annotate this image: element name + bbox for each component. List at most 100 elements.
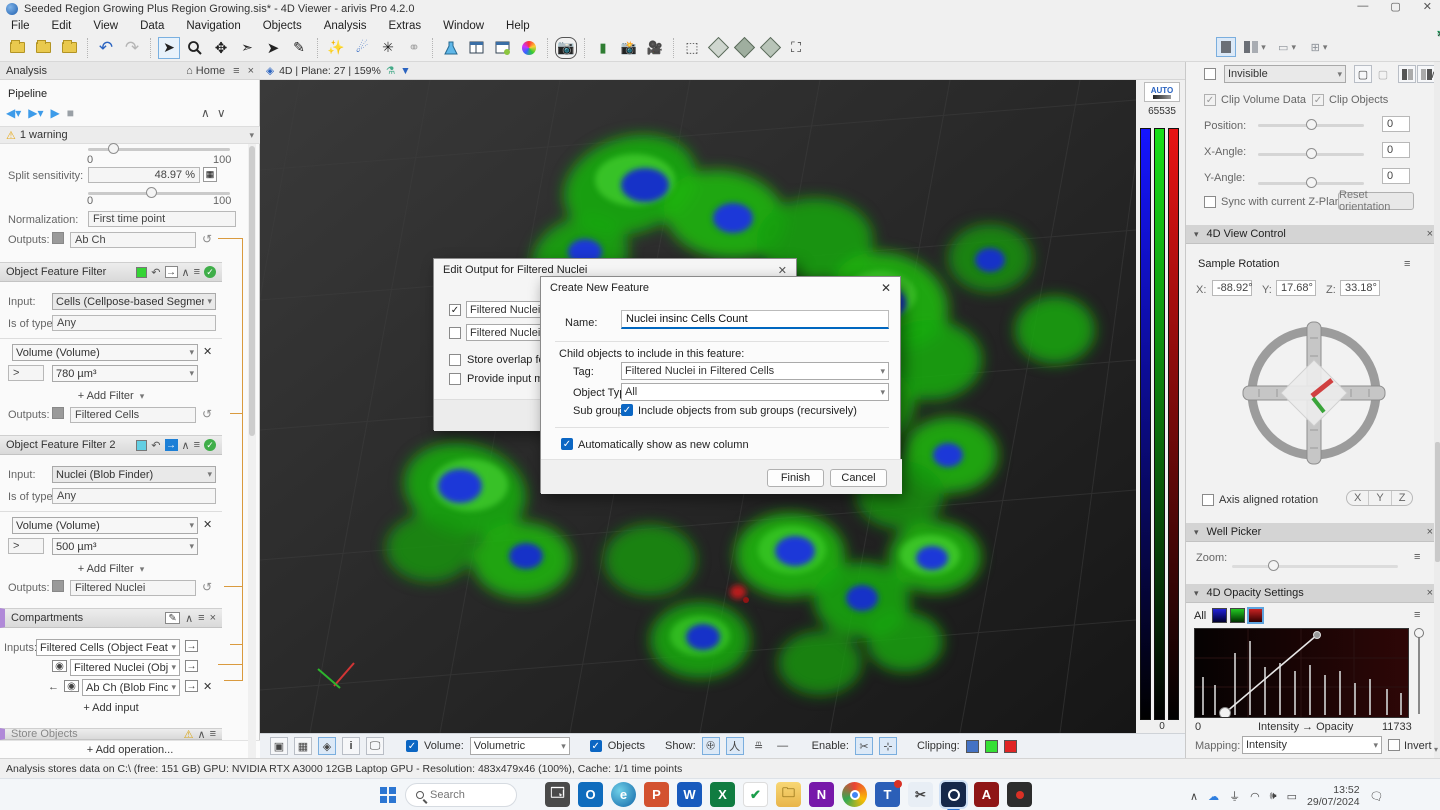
compartments-input2-mode-icon[interactable]: ◉ xyxy=(52,660,67,672)
panel-menu-icon[interactable]: ≡ xyxy=(233,65,239,77)
table-edit-button[interactable] xyxy=(492,37,514,59)
normalization-field[interactable]: First time point xyxy=(88,211,236,227)
axis-x-button[interactable]: X xyxy=(1347,491,1369,505)
filter2-export-icon[interactable]: → xyxy=(165,439,178,451)
clipping-blue-swatch[interactable] xyxy=(966,740,979,753)
show-scalebar-button[interactable]: ≞ xyxy=(750,737,768,755)
menu-edit[interactable]: Edit xyxy=(41,20,83,32)
pointer-tool-button[interactable]: ➤ xyxy=(158,37,180,59)
opacity-all-label[interactable]: All xyxy=(1194,610,1206,622)
filter1-output-reset-icon[interactable]: ↺ xyxy=(202,407,212,421)
close-button[interactable]: ✕ xyxy=(1423,0,1432,13)
store-objects-header[interactable]: Store Objects ⚠ ∧≡ xyxy=(0,728,222,740)
sync-zplane-checkbox[interactable] xyxy=(1204,196,1216,208)
antivirus-icon[interactable]: ✔ xyxy=(743,782,768,807)
compartments-header[interactable]: Compartments ✎ ∧ ≡ × xyxy=(0,608,222,628)
add-input-button[interactable]: + Add input xyxy=(0,702,222,714)
run-backward-button[interactable]: ◀▾ xyxy=(6,106,21,120)
x-angle-value[interactable]: 0 xyxy=(1382,142,1410,158)
position-value[interactable]: 0 xyxy=(1382,116,1410,132)
powerpoint-icon[interactable]: P xyxy=(644,782,669,807)
position-slider[interactable] xyxy=(1258,124,1364,127)
onedrive-icon[interactable]: ☁ xyxy=(1208,790,1219,803)
clipping-green-swatch[interactable] xyxy=(985,740,998,753)
finish-button[interactable]: Finish xyxy=(767,469,824,487)
split-sensitivity-value[interactable]: 48.97 % xyxy=(88,167,200,183)
stop-pipeline-button[interactable]: ■ xyxy=(67,106,74,120)
media-app-icon[interactable] xyxy=(1007,782,1032,807)
home-icon[interactable]: ⌂ Home xyxy=(186,65,225,77)
compartments-input3-remove-icon[interactable]: ✕ xyxy=(203,680,212,693)
magic-star-button[interactable]: ✳ xyxy=(377,37,399,59)
pan-tool-button[interactable]: ✥ xyxy=(210,37,232,59)
menu-objects[interactable]: Objects xyxy=(252,20,313,32)
fit-view-button[interactable]: ⛶ xyxy=(785,37,807,59)
filter2-type-field[interactable]: Any xyxy=(52,488,216,504)
filter1-feature-combo[interactable]: Volume (Volume)▾ xyxy=(12,344,198,361)
compartments-input1-export-icon[interactable]: → xyxy=(185,640,198,652)
filter2-add-filter-button[interactable]: + Add Filter ▾ xyxy=(0,563,222,575)
right-scrollbar[interactable]: ▾ xyxy=(1434,62,1440,758)
well-picker-header[interactable]: ▾ Well Picker × xyxy=(1186,523,1440,542)
filter2-output-reset-icon[interactable]: ↺ xyxy=(202,580,212,594)
select-tool-button[interactable]: ➤ xyxy=(262,37,284,59)
color-wheel-button[interactable] xyxy=(518,37,540,59)
create-feature-close-icon[interactable]: ✕ xyxy=(881,281,891,295)
filter1-header[interactable]: Object Feature Filter ↶ → ∧ ≡ ✓ xyxy=(0,262,222,282)
menu-data[interactable]: Data xyxy=(129,20,175,32)
filter2-feature-combo[interactable]: Volume (Volume)▾ xyxy=(12,517,198,534)
channel-green-swatch[interactable] xyxy=(1230,608,1245,623)
filter1-output-swatch[interactable] xyxy=(52,407,64,419)
zoom-tool-button[interactable] xyxy=(184,37,206,59)
y-angle-value[interactable]: 0 xyxy=(1382,168,1410,184)
edge-icon[interactable]: e xyxy=(611,782,636,807)
output-name-field[interactable]: Ab Ch xyxy=(70,232,196,248)
redo-button[interactable]: ↷ xyxy=(121,37,143,59)
filter2-output-field[interactable]: Filtered Nuclei xyxy=(70,580,196,596)
clip-volume-checkbox[interactable]: ✓ xyxy=(1204,94,1216,106)
scrollbar-thumb[interactable] xyxy=(249,146,255,436)
bookmark-button[interactable]: ▮ xyxy=(592,37,614,59)
filter2-input-combo[interactable]: Nuclei (Blob Finder)▾ xyxy=(52,466,216,483)
file-explorer-icon[interactable]: 🗀 xyxy=(776,782,801,807)
layout-grid-button[interactable]: ⊞▾ xyxy=(1306,37,1332,57)
green-channel-bar[interactable] xyxy=(1154,128,1165,720)
calculator-icon[interactable]: ▦ xyxy=(203,167,217,182)
edit-output-close-icon[interactable]: ✕ xyxy=(778,264,787,277)
menu-window[interactable]: Window xyxy=(432,20,495,32)
clip-objects-checkbox[interactable]: ✓ xyxy=(1312,94,1324,106)
edit-output-checkbox-2[interactable] xyxy=(449,327,461,339)
compartments-input2-combo[interactable]: Filtered Nuclei (Object ...▾ xyxy=(70,659,180,676)
cancel-button[interactable]: Cancel xyxy=(830,469,887,487)
maximize-button[interactable]: ▢ xyxy=(1390,0,1400,13)
compartments-input3-export-icon[interactable]: → xyxy=(185,680,198,692)
filter1-collapse-icon[interactable]: ∧ xyxy=(182,266,190,279)
warning-bar[interactable]: ⚠ 1 warning ▾ xyxy=(0,126,260,144)
filter1-remove-icon[interactable]: ✕ xyxy=(203,345,212,358)
view-3d-button[interactable]: ◈ xyxy=(318,737,336,755)
filter1-value-combo[interactable]: 780 µm³▾ xyxy=(52,365,198,382)
start-button[interactable] xyxy=(380,787,396,803)
split-sensitivity-slider[interactable] xyxy=(88,192,230,195)
provide-input-checkbox[interactable] xyxy=(449,373,461,385)
run-pipeline-button[interactable]: ▶ xyxy=(51,106,60,120)
volume-icon[interactable]: 🕪 xyxy=(1270,790,1277,803)
show-axes-button[interactable]: 人 xyxy=(726,737,744,755)
layout-split-button[interactable]: ▾ xyxy=(1242,37,1268,57)
snapshot-button[interactable]: 📷 xyxy=(555,37,577,59)
compartments-input3-mode-icon[interactable]: ◉ xyxy=(64,680,79,692)
axis-z-button[interactable]: Z xyxy=(1392,491,1413,505)
tray-expand-icon[interactable]: ∧ xyxy=(1190,790,1198,803)
panel-close-icon[interactable]: × xyxy=(248,65,254,77)
microphone-icon[interactable]: ⏚ xyxy=(1229,788,1240,804)
segmenter-button[interactable]: ☄ xyxy=(351,37,373,59)
layout-link-button[interactable]: ▭▾ xyxy=(1274,37,1300,57)
filter1-operator-field[interactable]: > xyxy=(8,365,44,381)
filter1-menu-icon[interactable]: ≡ xyxy=(194,266,200,278)
acrobat-icon[interactable]: A xyxy=(974,782,999,807)
compartments-input2-export-icon[interactable]: → xyxy=(185,660,198,672)
flask-button[interactable] xyxy=(440,37,462,59)
filter2-menu-icon[interactable]: ≡ xyxy=(194,439,200,451)
store-overlap-checkbox[interactable] xyxy=(449,354,461,366)
filter-icon[interactable]: ▼ xyxy=(400,65,410,77)
